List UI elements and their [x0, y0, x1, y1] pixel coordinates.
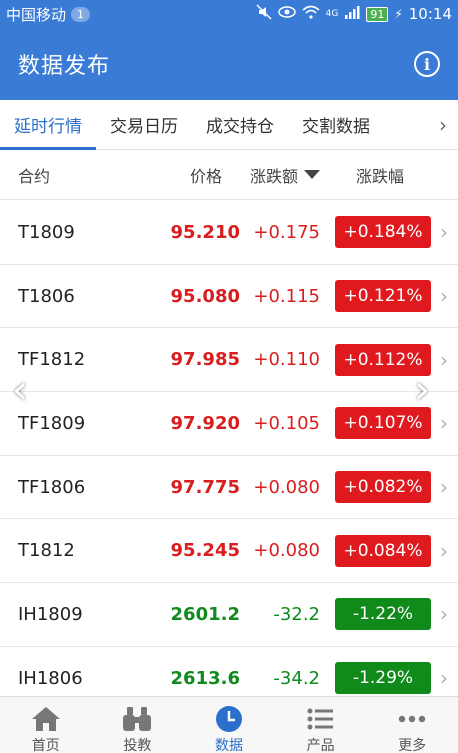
chevron-left-icon[interactable]: ‹: [12, 368, 40, 412]
table-header: 合约 价格 涨跌额 涨跌幅: [0, 150, 458, 200]
row-price: 2601.2: [170, 603, 240, 625]
row-symbol: IH1809: [18, 603, 83, 625]
chevron-right-icon[interactable]: ›: [414, 368, 442, 412]
tab-delayed-quotes[interactable]: 延时行情: [0, 100, 96, 150]
chevron-right-icon: ›: [440, 220, 448, 245]
signal-icon: [344, 5, 360, 23]
row-symbol: TF1806: [18, 476, 86, 498]
sort-down-icon: [304, 170, 321, 179]
row-symbol: IH1806: [18, 667, 83, 689]
nav-home[interactable]: 首页: [0, 697, 92, 753]
eye-icon: [277, 5, 296, 23]
network-type: 4G: [325, 9, 339, 19]
tab-volume-positions[interactable]: 成交持仓: [192, 100, 288, 150]
home-icon: [30, 705, 62, 733]
row-price: 95.210: [170, 221, 240, 243]
tab-bar: 延时行情 交易日历 成交持仓 交割数据 ›: [0, 100, 458, 150]
row-pct-badge: +0.121%: [335, 280, 431, 313]
status-bar: 中国移动 1 4G 91 ⚡ 10:14: [0, 0, 458, 28]
table-row[interactable]: TF1812 97.985 +0.110 +0.112% ›: [0, 328, 458, 393]
quote-list: T1809 95.210 +0.175 +0.184% › T1806 95.0…: [0, 201, 458, 711]
info-icon[interactable]: i: [414, 51, 440, 77]
row-symbol: TF1809: [18, 412, 86, 434]
charging-icon: ⚡: [394, 7, 403, 21]
row-change: -34.2: [273, 667, 320, 689]
row-change: -32.2: [273, 603, 320, 625]
tab-label: 成交持仓: [206, 117, 274, 137]
nav-education[interactable]: 投教: [92, 697, 184, 753]
nav-more[interactable]: 更多: [366, 697, 458, 753]
row-price: 97.775: [170, 476, 240, 498]
tab-label: 交割数据: [302, 117, 370, 137]
nav-data[interactable]: 数据: [183, 697, 275, 753]
row-price: 97.985: [170, 349, 240, 371]
chevron-right-icon: ›: [440, 602, 448, 627]
nav-label: 更多: [398, 738, 427, 753]
row-change: +0.080: [253, 540, 320, 562]
table-row[interactable]: T1812 95.245 +0.080 +0.084% ›: [0, 519, 458, 584]
nav-label: 产品: [306, 738, 335, 753]
row-pct-badge: -1.22%: [335, 598, 431, 631]
nav-products[interactable]: 产品: [275, 697, 367, 753]
status-icons: 4G 91 ⚡ 10:14: [256, 4, 452, 24]
chevron-right-icon: ›: [440, 666, 448, 691]
row-change: +0.175: [253, 221, 320, 243]
page-title: 数据发布: [18, 54, 111, 79]
row-pct-badge: +0.084%: [335, 534, 431, 567]
wifi-icon: [302, 5, 320, 23]
row-pct-badge: +0.082%: [335, 471, 431, 504]
table-row[interactable]: T1809 95.210 +0.175 +0.184% ›: [0, 201, 458, 265]
row-symbol: T1806: [18, 285, 75, 307]
table-row[interactable]: TF1809 97.920 +0.105 +0.107% ›: [0, 392, 458, 456]
chevron-right-icon[interactable]: ›: [428, 100, 458, 150]
mute-icon: [256, 4, 272, 24]
nav-label: 数据: [214, 738, 243, 753]
column-change-sort[interactable]: 涨跌额: [250, 163, 321, 187]
column-price: 价格: [190, 166, 223, 186]
row-change: +0.080: [253, 476, 320, 498]
table-row[interactable]: TF1806 97.775 +0.080 +0.082% ›: [0, 456, 458, 520]
row-price: 2613.6: [170, 667, 240, 689]
clock-icon: [213, 705, 245, 733]
notification-count-badge: 1: [71, 6, 91, 22]
battery-level: 91: [366, 6, 389, 22]
nav-label: 投教: [123, 738, 152, 753]
row-change: +0.110: [253, 349, 320, 371]
table-row[interactable]: IH1809 2601.2 -32.2 -1.22% ›: [0, 583, 458, 647]
carrier-name: 中国移动: [6, 5, 67, 24]
row-price: 95.245: [170, 540, 240, 562]
nav-label: 首页: [31, 738, 60, 753]
tab-label: 交易日历: [110, 117, 178, 137]
chevron-right-icon: ›: [440, 411, 448, 436]
tab-delivery-data[interactable]: 交割数据: [288, 100, 384, 150]
column-change: 涨跌额: [250, 166, 299, 186]
binoculars-icon: [121, 705, 153, 733]
row-symbol: T1812: [18, 540, 75, 562]
row-pct-badge: -1.29%: [335, 662, 431, 695]
table-row[interactable]: T1806 95.080 +0.115 +0.121% ›: [0, 265, 458, 329]
row-change: +0.115: [253, 285, 320, 307]
chevron-right-icon: ›: [440, 538, 448, 563]
row-price: 95.080: [170, 285, 240, 307]
row-symbol: T1809: [18, 221, 75, 243]
column-contract: 合约: [18, 166, 51, 186]
tab-label: 延时行情: [14, 117, 82, 137]
bottom-nav: 首页 投教 数据 产品 更多: [0, 696, 458, 753]
more-icon: [396, 705, 428, 733]
clock-time: 10:14: [408, 5, 452, 23]
app-bar: 数据发布 i: [0, 28, 458, 100]
row-change: +0.105: [253, 412, 320, 434]
carrier-group: 中国移动 1: [6, 4, 91, 25]
list-icon: [305, 705, 337, 733]
tab-trading-calendar[interactable]: 交易日历: [96, 100, 192, 150]
row-price: 97.920: [170, 412, 240, 434]
chevron-right-icon: ›: [440, 284, 448, 309]
row-pct-badge: +0.184%: [335, 216, 431, 249]
column-pct: 涨跌幅: [356, 166, 405, 186]
chevron-right-icon: ›: [440, 475, 448, 500]
